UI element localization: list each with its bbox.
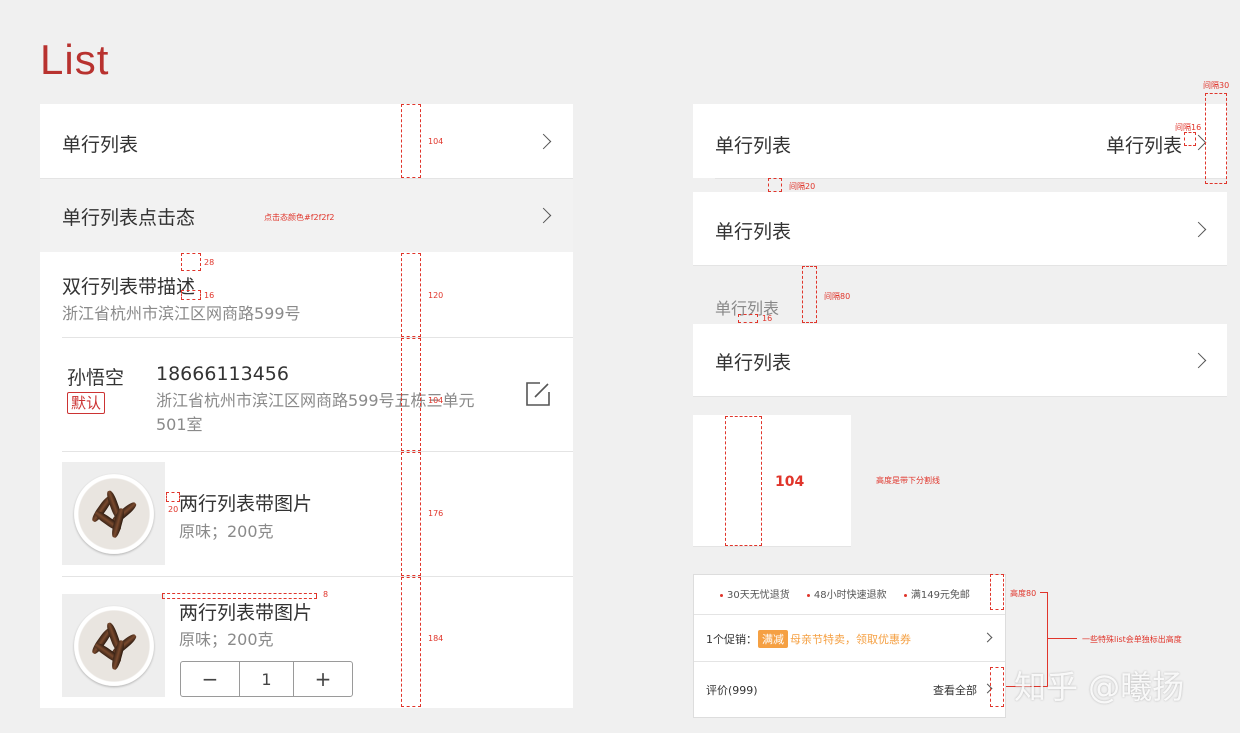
- list-item-label: 单行列表: [715, 352, 792, 374]
- height-annotation-box: [990, 667, 1004, 707]
- divider: [694, 661, 1005, 662]
- review-label: 评价(999): [706, 684, 758, 697]
- list-item-single[interactable]: 单行列表: [693, 324, 1227, 396]
- contact-address: 浙江省杭州市滨江区网商路599号五栋三单元501室: [156, 391, 475, 434]
- spacing-annotation: 16: [762, 314, 773, 323]
- promo-text: 母亲节特卖，领取优惠券: [790, 633, 911, 646]
- height-annotation: 104: [428, 137, 444, 146]
- height-demo-panel: [693, 415, 851, 546]
- increment-button[interactable]: +: [294, 662, 352, 696]
- quantity-value[interactable]: 1: [240, 662, 294, 696]
- review-row[interactable]: 评价(999) 查看全部: [694, 668, 1005, 712]
- annotation-line: [1047, 638, 1077, 639]
- spacing-annotation-box: [802, 266, 817, 323]
- list-item-title: 双行列表带描述: [62, 276, 196, 298]
- list-item-with-image[interactable]: 两行列表带图片 原味；200克: [40, 452, 573, 576]
- product-image: [62, 462, 165, 565]
- default-badge: 默认: [67, 392, 106, 414]
- list-item-single[interactable]: 单行列表: [693, 192, 1227, 265]
- edit-icon[interactable]: [524, 380, 552, 406]
- height-annotation-box: [401, 577, 421, 707]
- chevron-right-icon: [1190, 221, 1207, 238]
- feature-item: 48小时快速退款: [806, 590, 887, 601]
- spacing-annotation-box: [181, 253, 201, 271]
- height-annotation: 高度80: [1010, 589, 1037, 598]
- spacing-annotation-box: [768, 178, 782, 192]
- special-list-note: 一些特殊list会单独标出高度: [1082, 635, 1182, 644]
- height-annotation: 104: [428, 396, 444, 405]
- list-item-description: 浙江省杭州市滨江区网商路599号: [62, 304, 301, 323]
- chevron-right-icon: [1190, 352, 1207, 369]
- spacing-annotation: 16: [204, 291, 215, 300]
- height-value: 104: [775, 474, 805, 490]
- height-annotation-box: [401, 452, 421, 576]
- height-annotation-box: [725, 416, 762, 546]
- divider: [693, 396, 1227, 397]
- promo-label: 1个促销：: [706, 633, 757, 646]
- height-annotation: 184: [428, 634, 444, 643]
- watermark: 知乎 @曦扬: [1014, 668, 1185, 706]
- height-annotation-box: [401, 338, 421, 451]
- contact-name: 孙悟空: [67, 367, 125, 389]
- feature-item: 满149元免邮: [903, 590, 970, 601]
- quantity-stepper[interactable]: − 1 +: [180, 661, 353, 697]
- list-item-label: 单行列表点击态: [62, 207, 196, 229]
- service-features: 30天无忧退货 48小时快速退款 满149元免邮: [720, 586, 970, 601]
- list-item-label: 单行列表: [715, 221, 792, 243]
- list-item-pressed[interactable]: 单行列表点击态 点击态颜色#f2f2f2: [40, 179, 573, 252]
- address-list-item[interactable]: 孙悟空 默认 18666113456 浙江省杭州市滨江区网商路599号五栋三单元…: [40, 338, 573, 451]
- height-annotation-box: [990, 574, 1004, 610]
- product-image: [62, 594, 165, 697]
- divider: [715, 178, 1227, 179]
- divider: [693, 546, 851, 547]
- list-item-double[interactable]: 双行列表带描述 浙江省杭州市滨江区网商路599号: [40, 252, 573, 337]
- spacing-annotation: 间隔20: [789, 182, 816, 191]
- divider: [693, 265, 1227, 266]
- spacing-annotation-box: [162, 593, 317, 599]
- decrement-button[interactable]: −: [181, 662, 240, 696]
- feature-item: 30天无忧退货: [720, 590, 790, 601]
- chevron-right-icon: [535, 133, 552, 150]
- spacing-annotation: 8: [323, 590, 329, 599]
- chevron-right-icon: [982, 632, 993, 643]
- spacing-annotation: 间隔80: [824, 292, 851, 301]
- page-title: List: [40, 36, 110, 83]
- spacing-annotation: 间隔30: [1203, 81, 1230, 90]
- height-note: 高度是带下分割线: [876, 476, 940, 485]
- contact-phone: 18666113456: [156, 363, 289, 385]
- list-item-title: 两行列表带图片: [179, 493, 313, 515]
- spacing-annotation-box: [738, 314, 758, 323]
- list-item-with-value[interactable]: 单行列表 单行列表: [693, 104, 1227, 178]
- spacing-annotation-box: [166, 492, 180, 502]
- list-item-single[interactable]: 单行列表: [40, 104, 573, 178]
- spacing-annotation-box: [181, 290, 201, 300]
- list-item-description: 原味；200克: [179, 522, 274, 541]
- height-annotation: 176: [428, 509, 444, 518]
- height-annotation: 120: [428, 291, 444, 300]
- spacing-annotation-box: [1184, 132, 1196, 146]
- promo-row[interactable]: 1个促销： 满减 母亲节特卖，领取优惠券: [694, 615, 1005, 661]
- spacing-annotation: 间隔16: [1175, 123, 1202, 132]
- list-item-label: 单行列表: [62, 134, 139, 156]
- height-annotation-box: [401, 253, 421, 337]
- chevron-right-icon: [535, 207, 552, 224]
- list-item-title: 两行列表带图片: [179, 602, 313, 624]
- spacing-annotation: 20: [168, 505, 179, 514]
- list-item-description: 原味；200克: [179, 630, 274, 649]
- pressed-color-annotation: 点击态颜色#f2f2f2: [264, 213, 335, 222]
- list-item-label: 单行列表: [715, 135, 792, 157]
- height-annotation-box: [401, 104, 421, 178]
- spacing-annotation: 28: [204, 258, 215, 267]
- view-all-link[interactable]: 查看全部: [933, 682, 977, 698]
- spacing-annotation-box: [1205, 93, 1227, 184]
- list-item-value: 单行列表: [1106, 135, 1183, 157]
- promo-tag: 满减: [758, 630, 788, 648]
